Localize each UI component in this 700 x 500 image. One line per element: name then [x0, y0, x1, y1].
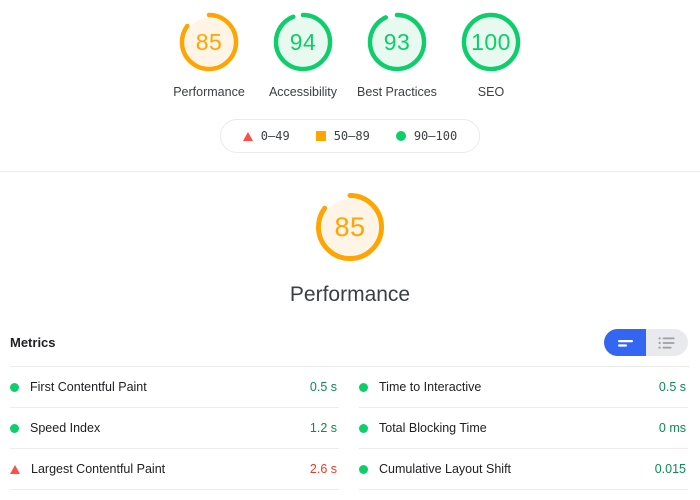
- lighthouse-report: 85 Performance 94 Accessibility 93 Best …: [0, 0, 700, 490]
- table-row[interactable]: Time to Interactive 0.5 s: [359, 367, 688, 408]
- metric-value: 0 ms: [658, 421, 686, 435]
- gauge-ring-seo: 100: [457, 8, 525, 76]
- metric-label: Largest Contentful Paint: [31, 462, 166, 476]
- metrics-header: Metrics: [0, 307, 700, 356]
- pass-circle-icon: [395, 131, 406, 141]
- pass-circle-icon: [10, 423, 19, 433]
- gauge-label: Accessibility: [268, 85, 338, 99]
- metric-label: Time to Interactive: [379, 380, 482, 394]
- legend-item-pass: 90–100: [395, 129, 458, 143]
- page-title: Performance: [289, 283, 411, 306]
- pass-circle-icon: [10, 382, 19, 392]
- legend-range-label: 90–100: [413, 129, 458, 143]
- metric-label: Speed Index: [30, 421, 101, 435]
- score-scale-legend: 0–49 50–89 90–100: [0, 119, 700, 153]
- metrics-column-left: First Contentful Paint 0.5 s Speed Index…: [10, 367, 339, 490]
- filmstrip-view-toggle[interactable]: [604, 329, 646, 356]
- average-square-icon: [315, 131, 326, 141]
- table-row[interactable]: Total Blocking Time 0 ms: [359, 408, 688, 449]
- gauge-label: SEO: [477, 85, 505, 99]
- score-summary-strip: 85 Performance 94 Accessibility 93 Best …: [0, 0, 700, 100]
- filmstrip-icon: [617, 339, 633, 347]
- warning-triangle-icon: [242, 131, 253, 141]
- metrics-view-toggle[interactable]: [604, 329, 688, 356]
- gauge-score-value: 93: [383, 28, 411, 55]
- metric-value: 0.5 s: [658, 380, 686, 394]
- score-gauge-accessibility[interactable]: 94 Accessibility: [256, 8, 350, 100]
- legend-pill: 0–49 50–89 90–100: [219, 119, 481, 153]
- score-gauge-performance[interactable]: 85 Performance: [162, 8, 256, 100]
- gauge-ring-performance-large: 85: [311, 188, 389, 266]
- gauge-ring-accessibility: 94: [269, 8, 337, 76]
- metrics-grid: First Contentful Paint 0.5 s Speed Index…: [0, 367, 700, 490]
- list-view-toggle[interactable]: [646, 329, 688, 356]
- gauge-label: Best Practices: [357, 85, 437, 99]
- metric-value: 1.2 s: [309, 421, 337, 435]
- metric-label: First Contentful Paint: [30, 380, 147, 394]
- performance-category-header: 85 Performance: [0, 172, 700, 307]
- list-view-icon: [658, 336, 675, 349]
- gauge-score-value: 85: [195, 28, 223, 55]
- gauge-score-value: 85: [334, 211, 366, 242]
- legend-item-average: 50–89: [315, 129, 370, 143]
- table-row[interactable]: Speed Index 1.2 s: [10, 408, 339, 449]
- pass-circle-icon: [359, 464, 368, 474]
- metrics-section-title: Metrics: [10, 335, 56, 350]
- score-gauge-seo[interactable]: 100 SEO: [444, 8, 538, 100]
- metric-label: Cumulative Layout Shift: [379, 462, 512, 476]
- pass-circle-icon: [359, 423, 368, 433]
- gauge-ring-best-practices: 93: [363, 8, 431, 76]
- table-row[interactable]: Largest Contentful Paint 2.6 s: [10, 449, 339, 490]
- gauge-label: Performance: [173, 85, 245, 99]
- gauge-score-value: 94: [289, 28, 317, 55]
- legend-item-fail: 0–49: [242, 129, 290, 143]
- metrics-column-right: Time to Interactive 0.5 s Total Blocking…: [359, 367, 688, 490]
- metric-value: 0.015: [654, 462, 686, 476]
- score-gauge-best-practices[interactable]: 93 Best Practices: [350, 8, 444, 100]
- gauge-score-value: 100: [471, 28, 511, 55]
- metric-value: 2.6 s: [309, 462, 337, 476]
- warning-triangle-icon: [10, 464, 20, 474]
- gauge-ring-performance: 85: [175, 8, 243, 76]
- pass-circle-icon: [359, 382, 368, 392]
- legend-range-label: 0–49: [260, 129, 290, 143]
- legend-range-label: 50–89: [333, 129, 370, 143]
- metric-value: 0.5 s: [309, 380, 337, 394]
- table-row[interactable]: First Contentful Paint 0.5 s: [10, 367, 339, 408]
- table-row[interactable]: Cumulative Layout Shift 0.015: [359, 449, 688, 490]
- metric-label: Total Blocking Time: [379, 421, 487, 435]
